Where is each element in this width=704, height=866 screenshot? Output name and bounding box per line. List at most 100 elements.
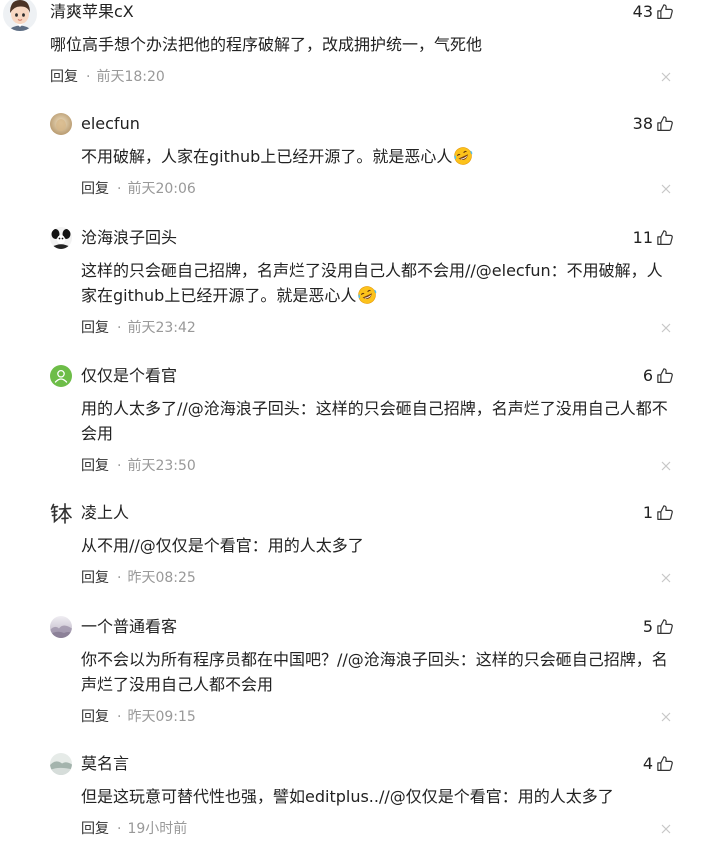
comment-header: 沧海浪子回头 11 [81, 226, 674, 250]
close-icon[interactable] [661, 712, 671, 722]
username[interactable]: 仅仅是个看官 [81, 366, 177, 385]
timestamp: 前天23:50 [127, 458, 196, 474]
thumbs-up-icon [656, 229, 674, 247]
avatar[interactable] [50, 753, 72, 775]
separator-dot: · [117, 821, 122, 837]
thumbs-up-icon [656, 115, 674, 133]
reply-button[interactable]: 回复 [81, 181, 109, 197]
like-button[interactable]: 4 [643, 752, 674, 776]
reply-button[interactable]: 回复 [81, 821, 109, 837]
separator-dot: · [117, 458, 122, 474]
avatar[interactable] [50, 365, 72, 387]
close-icon[interactable] [661, 184, 671, 194]
comment-text: 哪位高手想个办法把他的程序破解了，改成拥护统一，气死他 [50, 32, 674, 57]
avatar[interactable] [3, 0, 37, 31]
avatar[interactable] [50, 616, 72, 638]
like-button[interactable]: 43 [633, 0, 674, 24]
comment-text: 从不用//@仅仅是个看官：用的人太多了 [81, 533, 674, 558]
timestamp: 前天20:06 [127, 181, 196, 197]
close-icon[interactable] [661, 72, 671, 82]
thumbs-up-icon [656, 618, 674, 636]
avatar[interactable] [50, 113, 72, 135]
like-count: 1 [642, 503, 653, 522]
like-button[interactable]: 1 [643, 501, 674, 525]
reply-button[interactable]: 回复 [50, 69, 78, 85]
comment-item: 沧海浪子回头 11 这样的只会砸自己招牌，名声烂了没用自己人都不会用//@ele… [0, 226, 704, 338]
reply-button[interactable]: 回复 [81, 570, 109, 586]
comment-meta: 回复 · 前天18:20 [50, 67, 674, 87]
username[interactable]: 一个普通看客 [81, 617, 177, 636]
timestamp: 前天18:20 [96, 69, 165, 85]
comment-text-line: 会用 [81, 424, 114, 443]
comment-item: 仅仅是个看官 6 用的人太多了//@沧海浪子回头：这样的只会砸自己招牌，名声烂了… [0, 364, 704, 476]
timestamp: 19小时前 [127, 821, 188, 837]
like-count: 11 [632, 228, 653, 247]
comment-text-line: 家在github上已经开源了。就是恶心人 [81, 283, 674, 308]
like-count: 38 [632, 114, 653, 133]
comment-text-line: 这样的只会砸自己招牌，名声烂了没用自己人都不会用//@elecfun：不用破解，… [81, 261, 663, 280]
reply-button[interactable]: 回复 [81, 709, 109, 725]
like-count: 4 [642, 754, 653, 773]
avatar[interactable] [50, 227, 72, 249]
comment-text-span: 不用破解，人家在github上已经开源了。就是恶心人 [81, 147, 453, 166]
comment-meta: 回复 · 前天20:06 [81, 179, 674, 199]
comment-header: 一个普通看客 5 [81, 615, 674, 639]
comment-text-line: 声烂了没用自己人都不会用 [81, 675, 274, 694]
like-button[interactable]: 6 [643, 364, 674, 388]
comment-text: 不用破解，人家在github上已经开源了。就是恶心人 [81, 144, 674, 169]
comment-meta: 回复 · 19小时前 [81, 819, 674, 839]
close-icon[interactable] [661, 573, 671, 583]
thumbs-up-icon [656, 367, 674, 385]
reply-button[interactable]: 回复 [81, 320, 109, 336]
close-icon[interactable] [661, 461, 671, 471]
close-icon[interactable] [661, 824, 671, 834]
separator-dot: · [86, 69, 91, 85]
thumbs-up-icon [656, 3, 674, 21]
comment-text: 用的人太多了//@沧海浪子回头：这样的只会砸自己招牌，名声烂了没用自己人都不 会… [81, 396, 674, 446]
comment-item: 莫名言 4 但是这玩意可替代性也强，譬如editplus..//@仅仅是个看官：… [0, 752, 704, 839]
thumbs-up-icon [656, 504, 674, 522]
comment-text: 你不会以为所有程序员都在中国吧？//@沧海浪子回头：这样的只会砸自己招牌，名 声… [81, 647, 674, 697]
like-button[interactable]: 11 [633, 226, 674, 250]
username[interactable]: 清爽苹果cX [50, 2, 134, 21]
comment-meta: 回复 · 前天23:42 [81, 318, 674, 338]
username[interactable]: 凌上人 [81, 503, 129, 522]
avatar[interactable] [50, 502, 72, 524]
comment-text-line: 你不会以为所有程序员都在中国吧？//@沧海浪子回头：这样的只会砸自己招牌，名 [81, 650, 668, 669]
like-button[interactable]: 38 [633, 112, 674, 136]
comment-text-span: 家在github上已经开源了。就是恶心人 [81, 286, 357, 305]
close-icon[interactable] [661, 323, 671, 333]
like-count: 43 [632, 2, 653, 21]
comment-text: 这样的只会砸自己招牌，名声烂了没用自己人都不会用//@elecfun：不用破解，… [81, 258, 674, 308]
comment-item: 清爽苹果cX 43 哪位高手想个办法把他的程序破解了，改成拥护统一，气死他 回复… [0, 0, 704, 87]
comment-item: 凌上人 1 从不用//@仅仅是个看官：用的人太多了 回复 · 昨天08:25 [0, 501, 704, 588]
comment-header: 仅仅是个看官 6 [81, 364, 674, 388]
thumbs-up-icon [656, 755, 674, 773]
separator-dot: · [117, 181, 122, 197]
username[interactable]: elecfun [81, 114, 140, 133]
comment-text-line: 不用破解，人家在github上已经开源了。就是恶心人 [81, 144, 674, 169]
comment-meta: 回复 · 昨天08:25 [81, 568, 674, 588]
comment-text-line: 哪位高手想个办法把他的程序破解了，改成拥护统一，气死他 [50, 35, 483, 54]
reply-button[interactable]: 回复 [81, 458, 109, 474]
comment-item: elecfun 38 不用破解，人家在github上已经开源了。就是恶心人 回复… [0, 112, 704, 199]
comment-meta: 回复 · 前天23:50 [81, 456, 674, 476]
comment-text: 但是这玩意可替代性也强，譬如editplus..//@仅仅是个看官：用的人太多了 [81, 784, 674, 809]
username[interactable]: 沧海浪子回头 [81, 228, 177, 247]
comment-meta: 回复 · 昨天09:15 [81, 707, 674, 727]
rolling-on-floor-laughing-emoji-icon [453, 146, 473, 166]
like-count: 5 [642, 617, 653, 636]
comment-text-line: 但是这玩意可替代性也强，譬如editplus..//@仅仅是个看官：用的人太多了 [81, 787, 614, 806]
comment-text-line: 用的人太多了//@沧海浪子回头：这样的只会砸自己招牌，名声烂了没用自己人都不 [81, 399, 668, 418]
username[interactable]: 莫名言 [81, 754, 129, 773]
separator-dot: · [117, 320, 122, 336]
timestamp: 昨天09:15 [127, 709, 196, 725]
comment-header: elecfun 38 [81, 112, 674, 136]
comment-text-line: 从不用//@仅仅是个看官：用的人太多了 [81, 536, 364, 555]
comment-header: 莫名言 4 [81, 752, 674, 776]
timestamp: 昨天08:25 [127, 570, 196, 586]
like-button[interactable]: 5 [643, 615, 674, 639]
comment-item: 一个普通看客 5 你不会以为所有程序员都在中国吧？//@沧海浪子回头：这样的只会… [0, 615, 704, 727]
timestamp: 前天23:42 [127, 320, 196, 336]
separator-dot: · [117, 570, 122, 586]
